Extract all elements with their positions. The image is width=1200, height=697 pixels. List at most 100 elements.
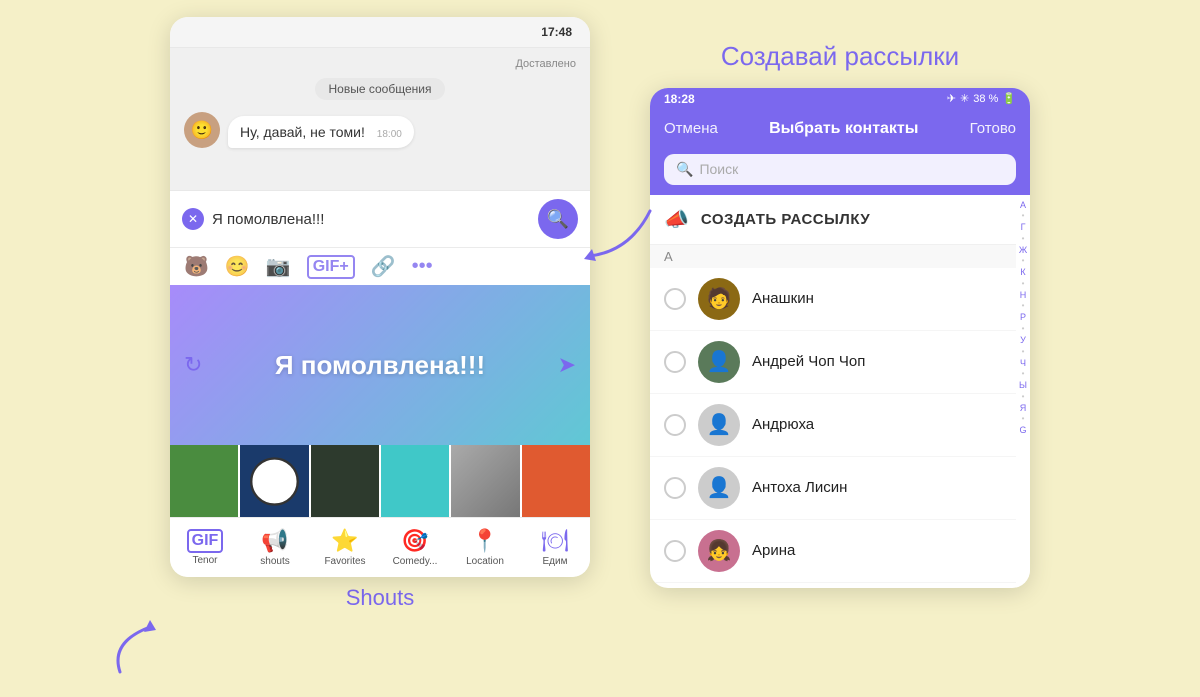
contact-avatar: 👤 — [698, 467, 740, 509]
gif-thumb-3[interactable] — [311, 445, 379, 517]
alpha-ya[interactable]: Я — [1020, 402, 1027, 415]
input-field[interactable]: Я помолвлена!!! — [212, 211, 530, 228]
contact-row[interactable]: 🧑 Анашкин — [650, 268, 1016, 331]
contacts-list: 📣 СОЗДАТЬ РАССЫЛКУ А 🧑 Анашкин 👤 Андрей … — [650, 195, 1030, 588]
gif-icon[interactable]: GIF+ — [307, 255, 355, 279]
contact-name: Андрюха — [752, 416, 814, 433]
alpha-dot: • — [1022, 257, 1025, 265]
alpha-y[interactable]: Ы — [1019, 379, 1027, 392]
input-bar: ✕ Я помолвлена!!! 🔍 — [170, 190, 590, 247]
avatar: 🙂 — [184, 112, 220, 148]
extra-label: Едим — [543, 556, 568, 567]
tenor-label: Tenor — [192, 555, 217, 566]
message-text: Ну, давай, не томи! — [240, 124, 365, 140]
gif-thumb-6[interactable] — [522, 445, 590, 517]
contact-row[interactable]: 👤 Андрей Чоп Чоп — [650, 331, 1016, 394]
search-placeholder: Поиск — [699, 161, 738, 177]
comedy-icon: 🎯 — [401, 528, 428, 554]
alpha-gc[interactable]: G — [1019, 424, 1026, 437]
tab-shouts[interactable]: 📢 shouts — [240, 524, 310, 571]
status-time: 18:28 — [664, 92, 695, 106]
contacts-main: 📣 СОЗДАТЬ РАССЫЛКУ А 🧑 Анашкин 👤 Андрей … — [650, 195, 1016, 588]
tab-comedy[interactable]: 🎯 Comedy... — [380, 524, 450, 571]
contact-row[interactable]: 👤 Андрюха — [650, 394, 1016, 457]
contact-name: Антоха Лисин — [752, 479, 847, 496]
page-title: Создавай рассылки — [721, 41, 959, 72]
contact-name: Андрей Чоп Чоп — [752, 353, 865, 370]
contact-checkbox[interactable] — [664, 414, 686, 436]
phone-left: 17:48 Доставлено Новые сообщения 🙂 Ну, д… — [170, 17, 590, 577]
camera-icon[interactable]: 📷 — [266, 254, 291, 279]
alpha-zh[interactable]: Ж — [1019, 244, 1027, 257]
battery-label: 38 % — [973, 93, 998, 105]
alpha-g[interactable]: Г — [1021, 221, 1026, 234]
contacts-header: Отмена Выбрать контакты Готово — [650, 110, 1030, 148]
alpha-dot: • — [1022, 325, 1025, 333]
alpha-dot: • — [1022, 235, 1025, 243]
search-icon: 🔍 — [676, 161, 693, 178]
gif-thumb-4[interactable] — [381, 445, 449, 517]
alphabet-index: А • Г • Ж • К • Н • Р • У • Ч • Ы • Я • — [1016, 195, 1030, 588]
alpha-dot: • — [1022, 348, 1025, 356]
message-time: 18:00 — [377, 129, 402, 140]
alpha-dot: • — [1022, 370, 1025, 378]
contact-checkbox[interactable] — [664, 477, 686, 499]
battery-icon: 🔋 — [1002, 92, 1016, 105]
done-button[interactable]: Готово — [970, 120, 1016, 137]
alpha-dot: • — [1022, 212, 1025, 220]
contact-avatar: 👤 — [698, 404, 740, 446]
alpha-r[interactable]: Р — [1020, 311, 1026, 324]
msg-incoming: 🙂 Ну, давай, не томи! 18:00 — [184, 112, 576, 148]
gif-thumb-5[interactable] — [451, 445, 519, 517]
tab-tenor[interactable]: GIF Tenor — [170, 525, 240, 570]
phone-right: 18:28 ✈ ✳ 38 % 🔋 Отмена Выбрать контакты… — [650, 88, 1030, 588]
status-bar: 18:28 ✈ ✳ 38 % 🔋 — [650, 88, 1030, 110]
chat-time: 17:48 — [541, 25, 572, 39]
tab-location[interactable]: 📍 Location — [450, 524, 520, 571]
bottom-tabs: GIF Tenor 📢 shouts ⭐ Favorites 🎯 Comedy.… — [170, 517, 590, 577]
extra-icon: 🍽 — [541, 528, 569, 554]
bluetooth-icon: ✳ — [960, 92, 969, 105]
location-icon: 📍 — [471, 528, 498, 554]
search-input[interactable]: 🔍 Поиск — [664, 154, 1016, 185]
contact-avatar: 👧 — [698, 530, 740, 572]
new-messages-bubble: Новые сообщения — [315, 78, 446, 100]
contact-checkbox[interactable] — [664, 540, 686, 562]
location-label: Location — [466, 556, 504, 567]
right-section: Создавай рассылки 18:28 ✈ ✳ 38 % 🔋 Отмен… — [650, 41, 1030, 588]
gif-thumb-2[interactable] — [240, 445, 308, 517]
contact-avatar: 👤 — [698, 341, 740, 383]
contact-checkbox[interactable] — [664, 288, 686, 310]
gif-thumb-1[interactable] — [170, 445, 238, 517]
chat-header: 17:48 — [170, 17, 590, 48]
arrow-left-icon[interactable]: ↻ — [184, 352, 202, 378]
contact-checkbox[interactable] — [664, 351, 686, 373]
contact-row[interactable]: 👤 Антоха Лисин — [650, 457, 1016, 520]
alpha-k[interactable]: К — [1020, 266, 1025, 279]
close-button[interactable]: ✕ — [182, 208, 204, 230]
alpha-n[interactable]: Н — [1020, 289, 1027, 302]
broadcast-icon: 📣 — [664, 207, 689, 232]
arrow-right-icon[interactable]: ➤ — [558, 352, 576, 378]
gif-main-text: Я помолвлена!!! — [275, 350, 485, 381]
tab-favorites[interactable]: ⭐ Favorites — [310, 524, 380, 571]
sticker-icon[interactable]: 🐻 — [184, 254, 209, 279]
more-icon[interactable]: ••• — [412, 255, 433, 278]
tab-extra[interactable]: 🍽 Едим — [520, 524, 590, 571]
shouts-label: shouts — [260, 556, 289, 567]
link-icon[interactable]: 🔗 — [371, 254, 396, 279]
arrow-annotation-right — [570, 201, 660, 271]
broadcast-label: СОЗДАТЬ РАССЫЛКУ — [701, 211, 870, 228]
left-section: 17:48 Доставлено Новые сообщения 🙂 Ну, д… — [170, 17, 590, 611]
contacts-header-title: Выбрать контакты — [769, 120, 918, 138]
contact-row[interactable]: 👧 Арина — [650, 520, 1016, 583]
emoji-icon[interactable]: 😊 — [225, 254, 250, 279]
alpha-u[interactable]: У — [1020, 334, 1026, 347]
create-broadcast[interactable]: 📣 СОЗДАТЬ РАССЫЛКУ — [650, 195, 1016, 245]
cancel-button[interactable]: Отмена — [664, 120, 718, 137]
shouts-icon: 📢 — [261, 528, 288, 554]
alpha-a[interactable]: А — [1020, 199, 1026, 212]
alpha-ch[interactable]: Ч — [1020, 357, 1026, 370]
gif-main-preview: ↻ Я помолвлена!!! ➤ — [170, 285, 590, 445]
chat-messages: Доставлено Новые сообщения 🙂 Ну, давай, … — [170, 48, 590, 190]
